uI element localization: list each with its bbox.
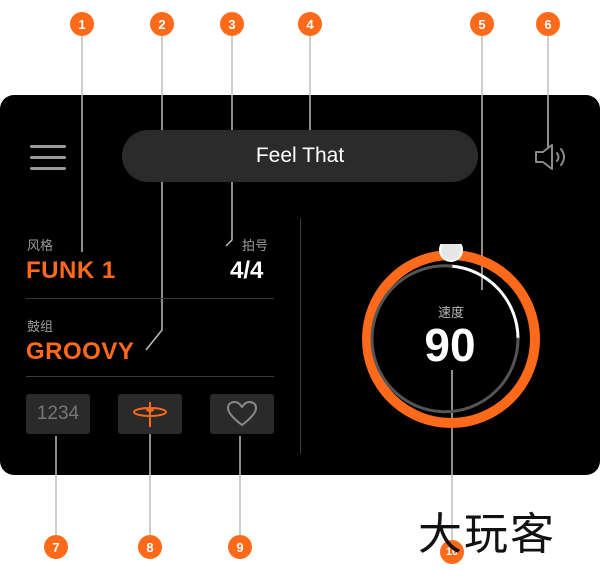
- style-label: 风格: [27, 238, 54, 253]
- drum-kit-label: 鼓组: [27, 319, 54, 334]
- cymbal-icon: [133, 402, 167, 427]
- divider: [26, 298, 274, 299]
- callout-badge-9: 9: [228, 535, 252, 559]
- drum-kit-value[interactable]: GROOVY: [26, 338, 134, 366]
- hamburger-icon-line: [30, 167, 66, 170]
- tempo-knob-handle: [439, 238, 463, 262]
- song-title: Feel That: [255, 144, 345, 167]
- divider: [26, 376, 274, 377]
- count-in-button[interactable]: 1234: [26, 394, 90, 434]
- tempo-value: 90: [424, 319, 476, 371]
- callout-badge-7: 7: [44, 535, 68, 559]
- favorite-button[interactable]: [210, 394, 274, 434]
- callout-badge-5: 5: [470, 12, 494, 36]
- menu-button[interactable]: [30, 145, 66, 171]
- hamburger-icon: [30, 145, 66, 148]
- hamburger-icon-line: [30, 156, 66, 159]
- count-in-label: 1234: [36, 403, 80, 424]
- cymbal-button[interactable]: [118, 394, 182, 434]
- time-signature-value[interactable]: 4/4: [230, 257, 263, 285]
- callout-badge-6: 6: [536, 12, 560, 36]
- callout-badge-1: 1: [70, 12, 94, 36]
- style-value[interactable]: FUNK 1: [26, 257, 116, 285]
- vertical-divider: [300, 218, 301, 454]
- song-title-display[interactable]: Feel That: [122, 130, 478, 182]
- watermark-logo: 大玩客: [418, 509, 556, 560]
- speaker-icon: [535, 144, 565, 170]
- callout-badge-2: 2: [150, 12, 174, 36]
- callout-badge-4: 4: [298, 12, 322, 36]
- time-signature-label: 拍号: [242, 238, 269, 253]
- heart-icon: [227, 401, 257, 426]
- volume-button[interactable]: [533, 143, 571, 171]
- callout-badge-3: 3: [220, 12, 244, 36]
- callout-badge-8: 8: [138, 535, 162, 559]
